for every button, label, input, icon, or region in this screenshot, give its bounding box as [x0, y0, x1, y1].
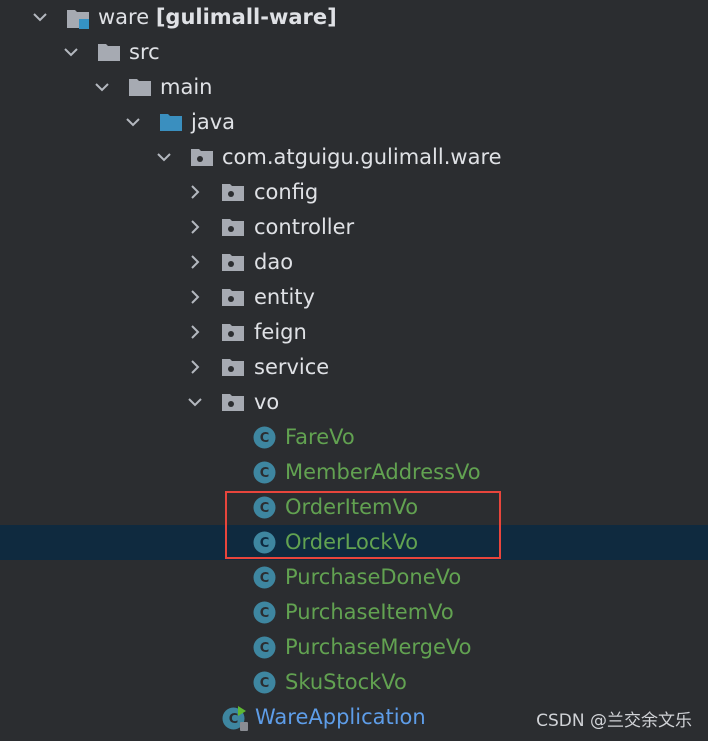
chevron-right-icon[interactable]	[185, 350, 205, 385]
java-class-icon: C	[253, 671, 276, 694]
package-icon	[221, 252, 245, 272]
svg-text:C: C	[260, 676, 270, 691]
tree-label: src	[129, 40, 160, 64]
class-label: PurchaseDoneVo	[285, 565, 462, 589]
java-class-icon: C	[253, 461, 276, 484]
java-class-icon: C	[253, 566, 276, 589]
svg-text:C: C	[260, 571, 270, 586]
tree-row-main[interactable]: main	[0, 70, 708, 105]
spring-boot-application-icon: C	[222, 706, 248, 731]
tree-row-class-memberaddressvo[interactable]: C MemberAddressVo	[0, 455, 708, 490]
tree-label: dao	[254, 250, 294, 274]
svg-text:C: C	[260, 606, 270, 621]
svg-text:C: C	[260, 431, 270, 446]
class-label: PurchaseItemVo	[285, 600, 454, 624]
svg-text:C: C	[260, 501, 270, 516]
java-class-icon: C	[253, 426, 276, 449]
tree-label: config	[254, 180, 319, 204]
folder-icon	[128, 77, 152, 97]
tree-row-module-ware[interactable]: ware [gulimall-ware]	[0, 0, 708, 35]
java-class-icon: C	[253, 601, 276, 624]
chevron-down-icon[interactable]	[185, 385, 205, 420]
tree-row-src[interactable]: src	[0, 35, 708, 70]
module-label: ware [gulimall-ware]	[98, 5, 337, 29]
project-tree: ware [gulimall-ware] src main java com.a…	[0, 0, 708, 741]
class-label: PurchaseMergeVo	[285, 635, 472, 659]
java-class-icon: C	[253, 531, 276, 554]
tree-row-controller[interactable]: controller	[0, 210, 708, 245]
tree-label: service	[254, 355, 330, 379]
svg-text:C: C	[229, 712, 239, 727]
package-icon	[221, 322, 245, 342]
chevron-down-icon[interactable]	[92, 70, 112, 105]
chevron-right-icon[interactable]	[185, 175, 205, 210]
tree-row-vo[interactable]: vo	[0, 385, 708, 420]
class-label: SkuStockVo	[285, 670, 407, 694]
class-label: FareVo	[285, 425, 355, 449]
class-label: OrderItemVo	[285, 495, 419, 519]
tree-label: controller	[254, 215, 355, 239]
chevron-down-icon[interactable]	[30, 0, 50, 35]
tree-label: feign	[254, 320, 307, 344]
chevron-down-icon[interactable]	[123, 105, 143, 140]
tree-label: entity	[254, 285, 315, 309]
chevron-right-icon[interactable]	[185, 315, 205, 350]
package-icon	[221, 287, 245, 307]
csdn-watermark: CSDN @兰交余文乐	[536, 711, 692, 731]
svg-text:C: C	[260, 466, 270, 481]
package-icon	[221, 357, 245, 377]
source-folder-icon	[159, 112, 183, 132]
tree-row-entity[interactable]: entity	[0, 280, 708, 315]
package-icon	[221, 217, 245, 237]
tree-label: java	[191, 110, 235, 134]
java-class-icon: C	[253, 636, 276, 659]
tree-label: vo	[254, 390, 280, 414]
chevron-down-icon[interactable]	[154, 140, 174, 175]
class-label: OrderLockVo	[285, 530, 419, 554]
chevron-down-icon[interactable]	[61, 35, 81, 70]
tree-row-service[interactable]: service	[0, 350, 708, 385]
tree-row-class-purchasedonevo[interactable]: C PurchaseDoneVo	[0, 560, 708, 595]
svg-text:C: C	[260, 641, 270, 656]
tree-row-java[interactable]: java	[0, 105, 708, 140]
class-label: MemberAddressVo	[285, 460, 481, 484]
module-folder-icon	[66, 7, 90, 29]
tree-row-dao[interactable]: dao	[0, 245, 708, 280]
tree-row-package[interactable]: com.atguigu.gulimall.ware	[0, 140, 708, 175]
tree-row-class-purchasemergevo[interactable]: C PurchaseMergeVo	[0, 630, 708, 665]
chevron-right-icon[interactable]	[185, 210, 205, 245]
class-label: WareApplication	[255, 705, 426, 729]
package-icon	[190, 147, 214, 167]
folder-icon	[97, 42, 121, 62]
tree-label: com.atguigu.gulimall.ware	[222, 145, 502, 169]
tree-row-class-orderlockvo[interactable]: C OrderLockVo	[0, 525, 708, 560]
package-icon	[221, 392, 245, 412]
chevron-right-icon[interactable]	[185, 280, 205, 315]
java-class-icon: C	[253, 496, 276, 519]
tree-row-config[interactable]: config	[0, 175, 708, 210]
tree-row-class-orderitemvo[interactable]: C OrderItemVo	[0, 490, 708, 525]
tree-row-class-purchaseitemvo[interactable]: C PurchaseItemVo	[0, 595, 708, 630]
tree-row-feign[interactable]: feign	[0, 315, 708, 350]
tree-row-class-skustockvo[interactable]: C SkuStockVo	[0, 665, 708, 700]
tree-row-class-farevo[interactable]: C FareVo	[0, 420, 708, 455]
package-icon	[221, 182, 245, 202]
tree-label: main	[160, 75, 213, 99]
svg-text:C: C	[260, 536, 270, 551]
chevron-right-icon[interactable]	[185, 245, 205, 280]
